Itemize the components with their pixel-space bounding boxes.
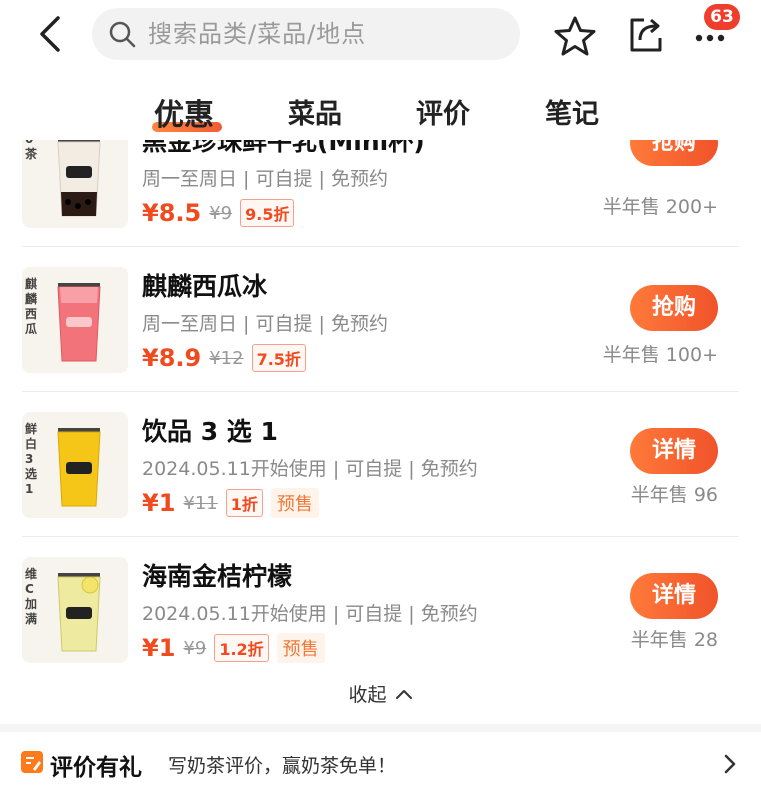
thumbnail-tag: 维C加满 [25, 567, 38, 626]
original-price: ¥12 [209, 347, 244, 369]
deal-usage-info: 2024.05.11开始使用 | 可自提 | 免预约 [142, 458, 478, 480]
review-bar-title: 评价有礼 [50, 755, 142, 781]
sold-count: 半年售 28 [630, 629, 718, 651]
deal-card[interactable]: 维C加满 海南金桔柠檬 2024.05.11开始使用 | 可自提 | 免预约 ¥… [0, 537, 761, 682]
price-row: ¥8.9 ¥12 7.5折 [142, 343, 306, 373]
drink-cup-image [57, 283, 101, 362]
deal-name: 黑金珍珠鲜牛乳(Mini杯) [142, 140, 425, 156]
deal-thumbnail: 鲜白3选1 [22, 412, 128, 518]
discount-tag: 9.5折 [240, 199, 295, 227]
top-bar: 搜索品类/菜品/地点 63 [0, 0, 761, 70]
back-arrow-icon[interactable] [30, 12, 70, 56]
price-row: ¥1 ¥11 1折 预售 [142, 488, 319, 518]
original-price: ¥11 [183, 492, 218, 514]
drink-cup-image [57, 573, 101, 652]
category-tabs: 优惠 菜品 评价 笔记 [0, 70, 761, 140]
deal-price: ¥1 [142, 489, 176, 517]
tab-notes[interactable]: 笔记 [545, 92, 599, 131]
price-row: ¥1 ¥9 1.2折 预售 [142, 633, 325, 663]
deal-price: ¥8.5 [142, 199, 202, 227]
share-icon[interactable] [624, 12, 668, 56]
buy-button[interactable]: 抢购 [630, 285, 718, 331]
deal-thumbnail: 维C加满 [22, 557, 128, 663]
sold-count: 半年售 100+ [602, 344, 718, 366]
search-placeholder: 搜索品类/菜品/地点 [148, 20, 367, 48]
notification-badge: 63 [704, 4, 740, 30]
deal-usage-info: 2024.05.11开始使用 | 可自提 | 免预约 [142, 603, 478, 625]
deal-name: 海南金桔柠檬 [142, 562, 293, 591]
deal-name: 麒麟西瓜冰 [142, 272, 268, 301]
drink-cup-image [57, 140, 101, 217]
drink-cup-image [57, 428, 101, 507]
chevron-right-icon [724, 754, 736, 774]
collapse-label: 收起 [348, 684, 387, 706]
details-button[interactable]: 详情 [630, 573, 718, 619]
review-bar-subtitle: 写奶茶评价，赢奶茶免单！ [168, 755, 397, 777]
thumbnail-tag: 麒麟西瓜 [25, 277, 38, 336]
deal-card[interactable]: 鲜白3选1 饮品 3 选 1 2024.05.11开始使用 | 可自提 | 免预… [0, 392, 761, 537]
presale-tag: 预售 [270, 488, 319, 518]
price-row: ¥8.5 ¥9 9.5折 [142, 198, 295, 228]
original-price: ¥9 [183, 637, 207, 659]
tab-dishes[interactable]: 菜品 [288, 92, 342, 131]
details-button[interactable]: 详情 [630, 428, 718, 474]
chevron-up-icon [395, 689, 412, 699]
original-price: ¥9 [209, 202, 233, 224]
deal-card[interactable]: 麒麟西瓜 麒麟西瓜冰 周一至周日 | 可自提 | 免预约 ¥8.9 ¥12 7.… [0, 247, 761, 392]
discount-tag: 1折 [225, 489, 263, 517]
discount-tag: 1.2折 [214, 634, 269, 662]
presale-tag: 预售 [276, 633, 325, 663]
tab-reviews[interactable]: 评价 [416, 92, 470, 131]
thumbnail-tag: 0茶 [25, 140, 38, 161]
deal-thumbnail: 0茶 [22, 140, 128, 228]
tab-deals[interactable]: 优惠 [154, 90, 214, 134]
deal-price: ¥1 [142, 634, 176, 662]
collapse-toggle[interactable]: 收起 [0, 680, 761, 710]
sold-count: 半年售 96 [630, 484, 718, 506]
review-pencil-icon [21, 751, 43, 773]
favorite-star-icon[interactable] [552, 14, 598, 58]
section-divider [0, 724, 761, 732]
discount-tag: 7.5折 [251, 344, 306, 372]
sold-count: 半年售 200+ [602, 196, 718, 218]
deal-price: ¥8.9 [142, 344, 202, 372]
deal-thumbnail: 麒麟西瓜 [22, 267, 128, 373]
deal-usage-info: 周一至周日 | 可自提 | 免预约 [142, 313, 388, 335]
search-icon [109, 21, 136, 48]
deal-name: 饮品 3 选 1 [142, 417, 278, 446]
thumbnail-tag: 鲜白3选1 [25, 422, 38, 496]
deal-usage-info: 周一至周日 | 可自提 | 免预约 [142, 168, 388, 190]
deal-list: 0茶 黑金珍珠鲜牛乳(Mini杯) 周一至周日 | 可自提 | 免预约 ¥8.5… [0, 140, 761, 730]
deal-card[interactable]: 0茶 黑金珍珠鲜牛乳(Mini杯) 周一至周日 | 可自提 | 免预约 ¥8.5… [0, 140, 761, 247]
buy-button[interactable]: 抢购 [630, 140, 718, 166]
review-reward-bar[interactable]: 评价有礼 写奶茶评价，赢奶茶免单！ [0, 732, 761, 800]
search-bar[interactable]: 搜索品类/菜品/地点 [92, 8, 520, 60]
